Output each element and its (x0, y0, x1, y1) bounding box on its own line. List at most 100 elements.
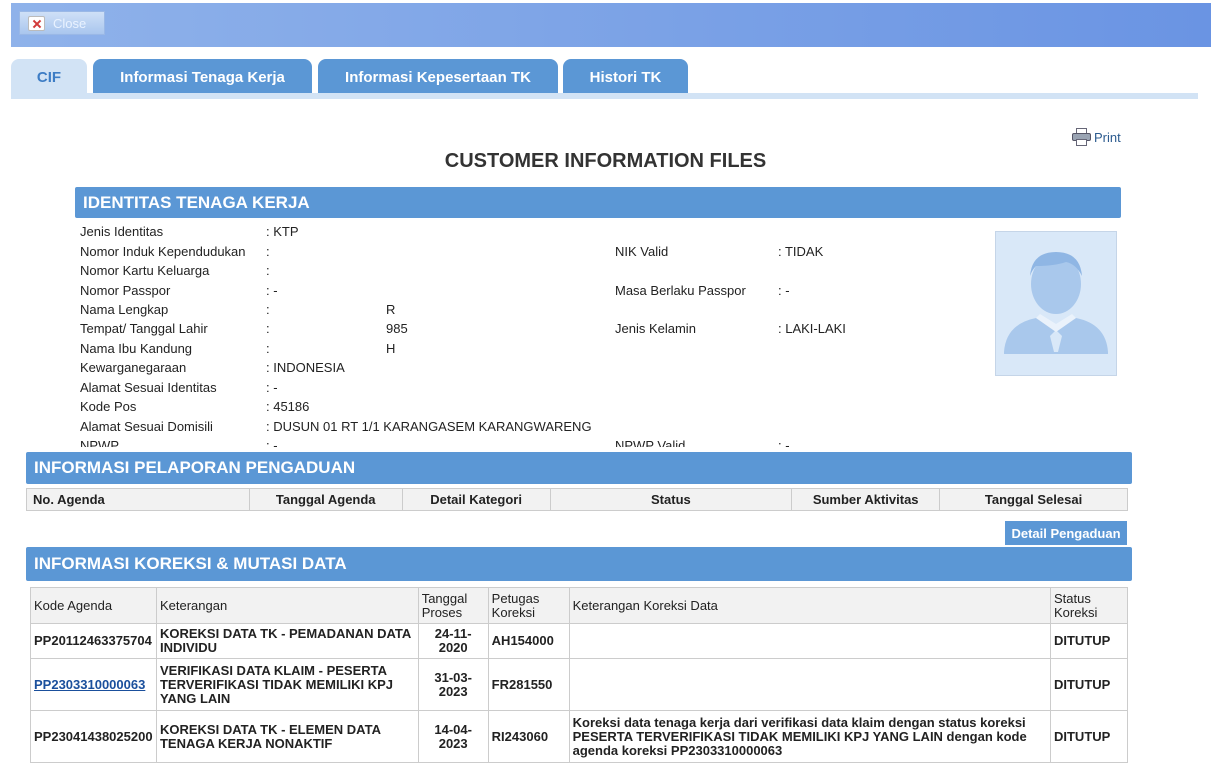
close-button[interactable]: Close (19, 11, 105, 35)
field-label: Nama Lengkap (80, 302, 169, 317)
npwp-row-clip: NPWP : - NPWP Valid : - (0, 438, 1211, 447)
field-value: : LAKI-LAKI (778, 321, 846, 336)
koreksi-table: Kode Agenda Keterangan Tanggal Proses Pe… (30, 587, 1129, 763)
table-row: PP23041438025200 KOREKSI DATA TK - ELEME… (30, 710, 1129, 763)
field-label: Tempat/ Tanggal Lahir (80, 321, 208, 336)
kode-agenda-cell: PP23041438025200 (30, 710, 157, 763)
tanggal-proses-cell: 31-03-2023 (417, 658, 489, 711)
avatar (995, 231, 1117, 376)
column-header: Tanggal Proses (417, 587, 489, 624)
field-value: : - (266, 438, 278, 447)
column-header: Keterangan (155, 587, 419, 624)
column-header: Keterangan Koreksi Data (568, 587, 1051, 624)
keterangan-cell: VERIFIKASI DATA KLAIM - PESERTA TERVERIF… (155, 658, 419, 711)
field-label: Nomor Kartu Keluarga (80, 263, 210, 278)
field-value: : (266, 341, 270, 356)
koreksi-section-header: INFORMASI KOREKSI & MUTASI DATA (26, 547, 1132, 581)
tab-informasi-kepesertaan-tk[interactable]: Informasi Kepesertaan TK (318, 59, 558, 95)
field-value: : (266, 263, 270, 278)
field-value: : - (778, 283, 790, 298)
column-header: Kode Agenda (30, 587, 157, 624)
identitas-title: IDENTITAS TENAGA KERJA (83, 192, 310, 212)
table-row: PP2303310000063 VERIFIKASI DATA KLAIM - … (30, 658, 1129, 711)
print-label: Print (1094, 129, 1121, 145)
person-silhouette-icon (996, 232, 1116, 375)
field-value: : - (266, 283, 278, 298)
column-header: Petugas Koreksi (487, 587, 570, 624)
pengaduan-table: No. Agenda Tanggal Agenda Detail Kategor… (26, 488, 1128, 511)
field-label: Masa Berlaku Passpor (615, 283, 746, 298)
column-header: No. Agenda (26, 488, 250, 511)
koreksi-title: INFORMASI KOREKSI & MUTASI DATA (34, 554, 347, 573)
field-label: NPWP (80, 438, 119, 447)
status-cell: DITUTUP (1049, 658, 1129, 711)
field-label: Nama Ibu Kandung (80, 341, 193, 356)
field-value: : (266, 321, 270, 336)
column-header: Detail Kategori (401, 488, 551, 511)
field-value-extra: R (386, 302, 396, 317)
keterangan-koreksi-cell: Koreksi data tenaga kerja dari verifikas… (568, 710, 1051, 763)
column-header: Tanggal Agenda (248, 488, 403, 511)
keterangan-cell: KOREKSI DATA TK - PEMADANAN DATA INDIVID… (155, 623, 419, 659)
kode-agenda-cell: PP2303310000063 (30, 658, 157, 711)
column-header: Status (549, 488, 793, 511)
printer-icon (1072, 128, 1091, 146)
field-label: Nomor Induk Kependudukan (80, 244, 246, 259)
petugas-cell: AH154000 (487, 623, 570, 659)
kode-agenda-link[interactable]: PP2303310000063 (34, 677, 145, 692)
field-label: Jenis Identitas (80, 224, 164, 239)
field-value: : DUSUN 01 RT 1/1 KARANGASEM KARANGWAREN… (266, 419, 592, 434)
field-value: : (266, 244, 270, 259)
field-label: Jenis Kelamin (615, 321, 696, 336)
kode-agenda-cell: PP20112463375704 (30, 623, 157, 659)
field-value: : KTP (266, 224, 299, 239)
field-value: : (266, 302, 270, 317)
pengaduan-section-header: INFORMASI PELAPORAN PENGADUAN (26, 452, 1132, 484)
table-row: PP20112463375704 KOREKSI DATA TK - PEMAD… (30, 623, 1129, 659)
keterangan-koreksi-cell (568, 623, 1051, 659)
tab-underline (11, 93, 1198, 99)
field-label: Kewarganegaraan (80, 360, 187, 375)
petugas-cell: FR281550 (487, 658, 570, 711)
page-title: CUSTOMER INFORMATION FILES (444, 150, 767, 172)
table-header-row: Kode Agenda Keterangan Tanggal Proses Pe… (30, 587, 1129, 624)
keterangan-cell: KOREKSI DATA TK - ELEMEN DATA TENAGA KER… (155, 710, 419, 763)
tab-histori-tk-label: Histori TK (589, 68, 662, 86)
column-header: Sumber Aktivitas (791, 488, 941, 511)
detail-pengaduan-label: Detail Pengaduan (1011, 525, 1121, 541)
field-value-extra: 985 (386, 321, 408, 336)
field-label: Nomor Passpor (80, 283, 171, 298)
close-button-label: Close (53, 15, 87, 31)
pengaduan-title: INFORMASI PELAPORAN PENGADUAN (34, 458, 356, 477)
field-label: Alamat Sesuai Domisili (80, 419, 213, 434)
status-cell: DITUTUP (1049, 623, 1129, 659)
field-value: : TIDAK (778, 244, 824, 259)
field-label: Alamat Sesuai Identitas (80, 380, 217, 395)
tanggal-proses-cell: 14-04-2023 (417, 710, 489, 763)
tab-cif-label: CIF (36, 68, 62, 86)
identitas-section-header: IDENTITAS TENAGA KERJA (75, 187, 1121, 218)
tab-informasi-kepesertaan-tk-label: Informasi Kepesertaan TK (345, 68, 531, 86)
keterangan-koreksi-cell (568, 658, 1051, 711)
tanggal-proses-cell: 24-11-2020 (417, 623, 489, 659)
tab-informasi-tenaga-kerja-label: Informasi Tenaga Kerja (120, 68, 285, 86)
detail-pengaduan-button[interactable]: Detail Pengaduan (1005, 521, 1127, 545)
print-link[interactable]: Print (1072, 128, 1121, 146)
field-value: : INDONESIA (266, 360, 345, 375)
field-label: Kode Pos (80, 399, 137, 414)
field-label: NPWP Valid (615, 438, 686, 447)
field-value: : - (778, 438, 790, 447)
tab-histori-tk[interactable]: Histori TK (563, 59, 688, 95)
top-toolbar: Close (11, 3, 1211, 47)
tab-cif[interactable]: CIF (11, 59, 87, 95)
field-label: NIK Valid (615, 244, 669, 259)
field-value: : - (266, 380, 278, 395)
column-header: Tanggal Selesai (939, 488, 1128, 511)
field-value: : 45186 (266, 399, 310, 414)
status-cell: DITUTUP (1049, 710, 1129, 763)
petugas-cell: RI243060 (487, 710, 570, 763)
field-value-extra: H (386, 341, 396, 356)
table-header-row: No. Agenda Tanggal Agenda Detail Kategor… (26, 488, 1128, 511)
close-icon (28, 15, 45, 31)
tab-informasi-tenaga-kerja[interactable]: Informasi Tenaga Kerja (93, 59, 312, 95)
